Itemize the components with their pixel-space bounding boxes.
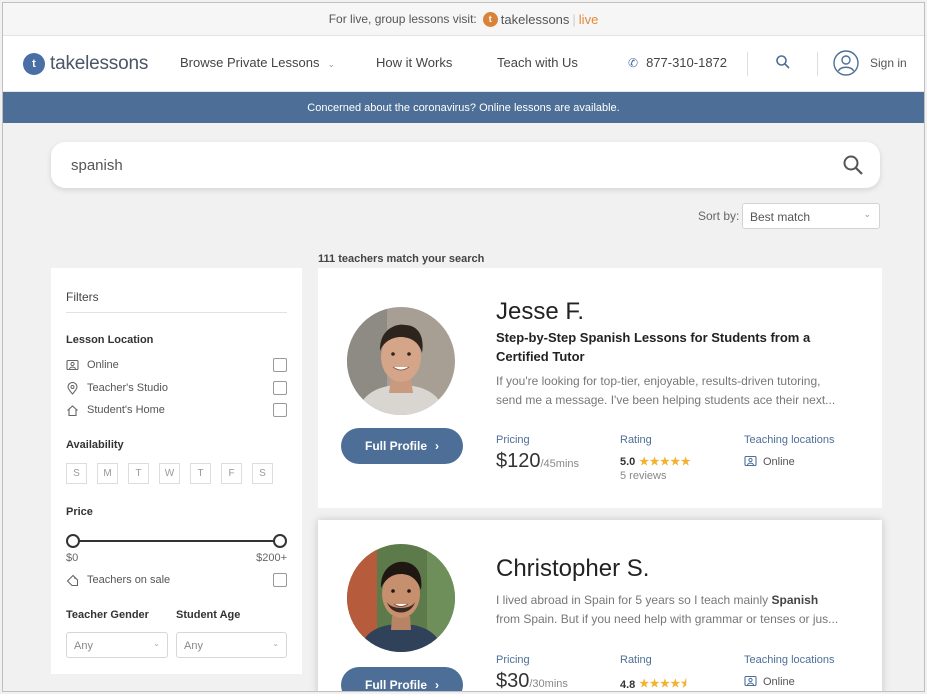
teacher-card[interactable]: Full Profile › Christopher S. I lived ab… (318, 520, 882, 692)
teaching-locations-label: Teaching locations (744, 654, 835, 666)
filter-online[interactable]: Online (66, 356, 287, 374)
teacher-avatar[interactable] (347, 544, 455, 652)
day-monday[interactable]: M (97, 463, 118, 484)
full-profile-button[interactable]: Full Profile › (341, 667, 463, 692)
star-rating-icon: ★★★★★ (639, 456, 692, 468)
chevron-right-icon: › (435, 439, 439, 453)
filter-teachers-on-sale[interactable]: Teachers on sale (66, 571, 287, 589)
chevron-down-icon: ⌄ (327, 59, 335, 69)
availability-days: S M T W T F S (66, 463, 273, 484)
price-max-label: $200+ (256, 552, 287, 564)
price-heading: Price (66, 506, 93, 518)
online-icon (744, 675, 757, 687)
takelessons-live-link[interactable]: t takelessons | live (482, 11, 598, 27)
teachers-on-sale-checkbox[interactable] (273, 573, 287, 587)
teachers-studio-checkbox[interactable] (273, 381, 287, 395)
teacher-name[interactable]: Jesse F. (496, 298, 584, 326)
rating-value: 5.0 ★★★★★ (620, 455, 692, 469)
star-rating-icon: ★★★★⯨ (639, 678, 688, 690)
chevron-down-icon: ⌄ (153, 639, 160, 648)
full-profile-button[interactable]: Full Profile › (341, 428, 463, 464)
day-friday[interactable]: F (221, 463, 242, 484)
availability-heading: Availability (66, 439, 124, 451)
filters-panel: Filters Lesson Location Online Teacher's… (51, 268, 302, 674)
student-age-heading: Student Age (176, 609, 241, 621)
chevron-down-icon: ⌄ (863, 209, 871, 219)
day-thursday[interactable]: T (190, 463, 211, 484)
price-value: $120/45mins (496, 450, 580, 472)
price-min-label: $0 (66, 552, 79, 564)
search-query: spanish (71, 156, 123, 174)
home-icon (67, 404, 78, 416)
price-slider-track (73, 540, 280, 542)
rating-label: Rating (620, 434, 652, 446)
user-account-icon[interactable] (833, 50, 859, 76)
takelessons-logo-icon: t (482, 11, 498, 27)
browser-viewport: For live, group lessons visit: t takeles… (2, 2, 925, 692)
phone-link[interactable]: ✆ 877-310-1872 (628, 55, 727, 70)
results-count: 111 teachers match your search (318, 253, 485, 265)
price-value: $30/30mins (496, 670, 568, 692)
teacher-description: I lived abroad in Spain for 5 years so I… (496, 593, 839, 626)
search-icon[interactable] (842, 154, 864, 176)
nav-divider (747, 52, 748, 76)
online-checkbox[interactable] (273, 358, 287, 372)
online-icon (66, 359, 79, 370)
chevron-down-icon: ⌄ (272, 639, 279, 648)
students-home-checkbox[interactable] (273, 403, 287, 417)
price-min-handle[interactable] (66, 534, 80, 548)
lesson-location-heading: Lesson Location (66, 334, 154, 346)
student-age-select[interactable]: Any ⌄ (176, 632, 287, 658)
filters-title: Filters (66, 290, 99, 304)
pricing-label: Pricing (496, 654, 530, 666)
tag-icon (66, 574, 79, 586)
teacher-card[interactable]: Full Profile › Jesse F. Step-by-Step Spa… (318, 268, 882, 508)
search-input[interactable]: spanish (51, 142, 880, 188)
coronavirus-banner: Concerned about the coronavirus? Online … (3, 92, 924, 123)
day-saturday[interactable]: S (252, 463, 273, 484)
chevron-right-icon: › (435, 678, 439, 692)
nav-browse-private-lessons[interactable]: Browse Private Lessons ⌄ (180, 55, 335, 70)
main-nav: t takelessons Browse Private Lessons ⌄ Ho… (3, 36, 924, 92)
teacher-name[interactable]: Christopher S. (496, 555, 649, 583)
divider (66, 312, 287, 313)
nav-divider (817, 52, 818, 76)
reviews-count[interactable]: 5 reviews (620, 470, 666, 482)
sign-in-link[interactable]: Sign in (870, 56, 907, 70)
sort-select[interactable]: Best match ⌄ (742, 203, 880, 229)
phone-icon: ✆ (628, 55, 639, 70)
day-tuesday[interactable]: T (128, 463, 149, 484)
price-max-handle[interactable] (273, 534, 287, 548)
teaching-location: Online (744, 455, 795, 468)
rating-value: 4.8 ★★★★⯨ (620, 675, 688, 691)
filter-teachers-studio[interactable]: Teacher's Studio (66, 379, 287, 397)
teacher-avatar[interactable] (347, 307, 455, 415)
promo-text: For live, group lessons visit: (328, 12, 477, 26)
day-sunday[interactable]: S (66, 463, 87, 484)
pricing-label: Pricing (496, 434, 530, 446)
teacher-description: If you're looking for top-tier, enjoyabl… (496, 374, 836, 407)
rating-label: Rating (620, 654, 652, 666)
takelessons-logo-icon: t (23, 52, 45, 75)
teacher-headline: Step-by-Step Spanish Lessons for Student… (496, 330, 811, 364)
search-icon[interactable] (775, 54, 791, 70)
online-icon (744, 455, 757, 467)
site-logo[interactable]: t takelessons (23, 52, 148, 75)
filter-students-home[interactable]: Student's Home (66, 401, 287, 419)
teacher-gender-heading: Teacher Gender (66, 609, 149, 621)
map-pin-icon (67, 381, 78, 395)
teaching-location: Online (744, 675, 795, 688)
day-wednesday[interactable]: W (159, 463, 180, 484)
nav-how-it-works[interactable]: How it Works (376, 55, 452, 70)
teaching-locations-label: Teaching locations (744, 434, 835, 446)
price-slider[interactable] (66, 534, 287, 548)
promo-bar: For live, group lessons visit: t takeles… (3, 3, 924, 36)
sort-label: Sort by: (698, 209, 740, 223)
teacher-gender-select[interactable]: Any ⌄ (66, 632, 168, 658)
nav-teach-with-us[interactable]: Teach with Us (497, 55, 578, 70)
